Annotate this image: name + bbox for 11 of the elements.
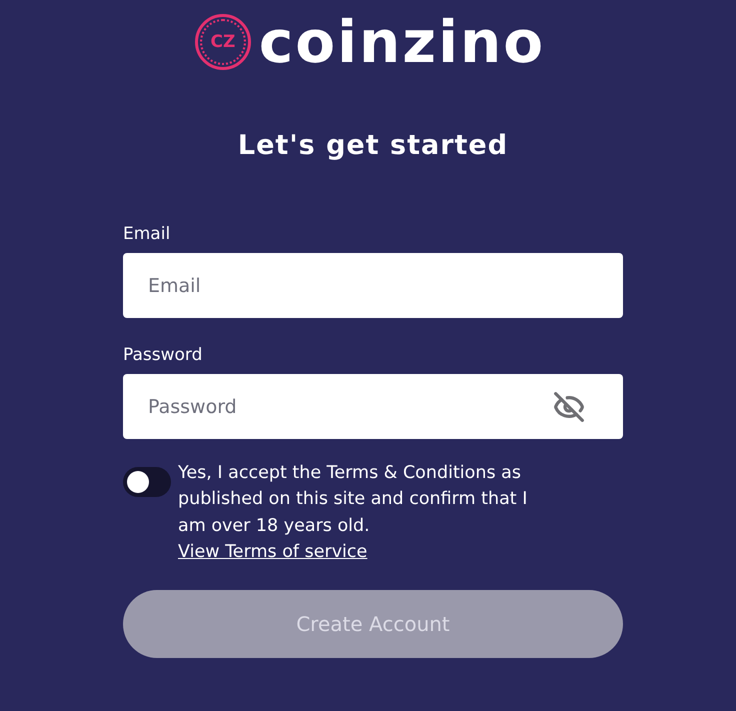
- field-label: Password: [123, 345, 202, 365]
- field-label: Email: [123, 224, 170, 244]
- eye-off-icon[interactable]: [553, 390, 585, 422]
- logo-badge: CZ: [194, 14, 251, 70]
- logo-wordmark: coinzino: [258, 12, 546, 72]
- consent-toggle[interactable]: [123, 467, 171, 497]
- email-field[interactable]: Email: [123, 253, 623, 318]
- page-heading: Let's get started: [238, 129, 508, 163]
- password-field[interactable]: Password: [123, 374, 623, 439]
- terms-link[interactable]: View Terms of service: [178, 542, 368, 562]
- consent-text: Yes, I accept the Terms & Conditions as published on this site and confirm that I am over 18 years old. View Terms of service: [178, 462, 528, 564]
